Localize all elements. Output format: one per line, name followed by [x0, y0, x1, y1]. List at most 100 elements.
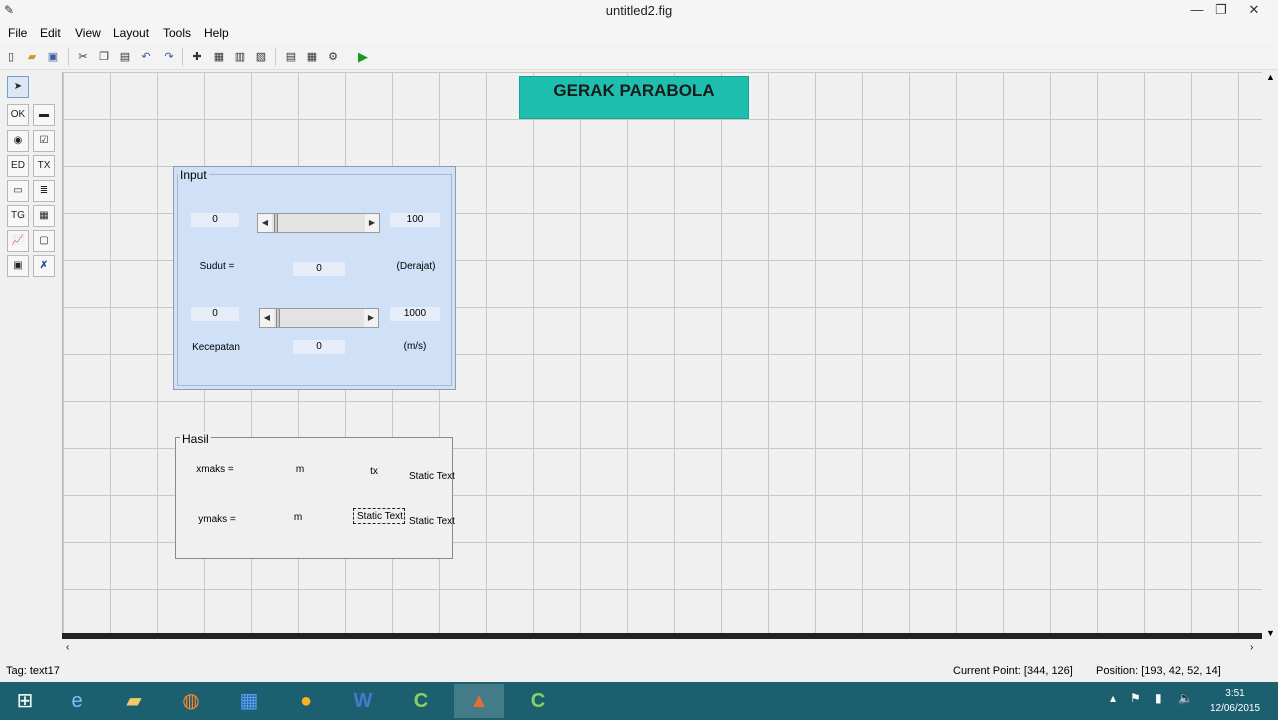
angle-slider[interactable]: ◀ ▶ — [257, 213, 380, 233]
result-panel[interactable]: Hasil xmaks = m tx Static Text ymaks = m… — [175, 432, 455, 559]
menu-layout[interactable]: Layout — [113, 26, 149, 40]
media-icon[interactable]: ● — [281, 684, 331, 718]
toolbar-separator — [182, 48, 183, 66]
start-button-icon[interactable]: ⊞ — [0, 684, 50, 718]
slider-left-arrow-icon[interactable]: ◀ — [260, 309, 274, 327]
input-panel-title: Input — [178, 168, 209, 182]
cut-icon[interactable]: ✂ — [75, 49, 91, 65]
scroll-up-icon[interactable]: ▲ — [1266, 72, 1275, 82]
file-explorer-icon[interactable]: ▰ — [109, 684, 159, 718]
vertical-scrollbar[interactable]: ▲ ▼ — [1264, 72, 1278, 640]
xmax-unit-label: m — [295, 464, 305, 475]
scroll-down-icon[interactable]: ▼ — [1266, 628, 1275, 638]
input-panel[interactable]: Input 0 ◀ ▶ 100 Sudut = 0 (Derajat) 0 ◀ … — [173, 166, 456, 390]
toolbar: ▯ ▰ ▣ ✂ ❐ ▤ ↶ ↷ ✚ ▦ ▥ ▧ ▤ ▦ ⚙ ▶ — [0, 44, 1278, 70]
angle-unit-label: (Derajat) — [396, 261, 436, 272]
panel-icon[interactable]: ▢ — [33, 230, 55, 252]
checkbox-icon[interactable]: ☑ — [33, 130, 55, 152]
new-file-icon[interactable]: ▯ — [3, 49, 19, 65]
toolbar-separator — [68, 48, 69, 66]
static-text-2: Static Text — [409, 516, 455, 527]
slider-right-arrow-icon[interactable]: ▶ — [365, 214, 379, 232]
flag-tray-icon[interactable]: ⚑ — [1130, 691, 1141, 705]
component-palette: ➤ OK ▬ ◉ ☑ ED TX ▭ ≣ TG ▦ 📈 ▢ ▣ ✗ — [5, 76, 57, 282]
run-icon[interactable]: ▶ — [355, 49, 371, 65]
paste-icon[interactable]: ▤ — [117, 49, 133, 65]
speed-value-field[interactable]: 0 — [293, 340, 345, 354]
store-icon[interactable]: ▦ — [224, 684, 274, 718]
minimize-button[interactable]: — — [1186, 0, 1208, 22]
volume-tray-icon[interactable]: 🔈 — [1178, 691, 1193, 705]
slider-icon[interactable]: ▬ — [33, 104, 55, 126]
undo-icon[interactable]: ↶ — [138, 49, 154, 65]
firefox-icon[interactable]: ◍ — [166, 684, 216, 718]
property-inspector-icon[interactable]: ▦ — [304, 49, 320, 65]
angle-min-text[interactable]: 0 — [191, 213, 239, 227]
toggle-button-icon[interactable]: TG — [7, 205, 29, 227]
align-icon[interactable]: ✚ — [189, 49, 205, 65]
scroll-left-icon[interactable]: ‹ — [66, 642, 69, 653]
speed-max-text[interactable]: 1000 — [390, 307, 440, 321]
speed-label: Kecepatan — [192, 342, 240, 353]
menu-edit[interactable]: Edit — [40, 26, 61, 40]
speed-unit-label: (m/s) — [403, 341, 427, 352]
object-browser-icon[interactable]: ⚙ — [325, 49, 341, 65]
slider-thumb[interactable] — [276, 309, 280, 327]
battery-tray-icon[interactable]: ▮ — [1155, 691, 1162, 705]
select-pointer-icon[interactable]: ➤ — [7, 76, 29, 98]
menu-tools[interactable]: Tools — [163, 26, 191, 40]
angle-max-text[interactable]: 100 — [390, 213, 440, 227]
word-icon[interactable]: W — [338, 684, 388, 718]
menu-help[interactable]: Help — [204, 26, 229, 40]
clock-date: 12/06/2015 — [1209, 703, 1261, 714]
speed-slider[interactable]: ◀ ▶ — [259, 308, 379, 328]
matlab-icon[interactable]: ▲ — [454, 684, 504, 718]
menu-bar: File Edit View Layout Tools Help — [0, 22, 1278, 44]
camtasia-recorder-icon[interactable]: C — [513, 684, 563, 718]
redo-icon[interactable]: ↷ — [161, 49, 177, 65]
status-tag: Tag: text17 — [6, 665, 60, 677]
toolbar-editor-icon[interactable]: ▧ — [253, 49, 269, 65]
slider-right-arrow-icon[interactable]: ▶ — [364, 309, 378, 327]
network-tray-icon[interactable]: ▴ — [1110, 691, 1116, 705]
speed-min-text[interactable]: 0 — [191, 307, 239, 321]
camtasia-icon[interactable]: C — [396, 684, 446, 718]
internet-explorer-icon[interactable]: e — [52, 684, 102, 718]
radio-button-icon[interactable]: ◉ — [7, 130, 29, 152]
activex-icon[interactable]: ✗ — [33, 255, 55, 277]
save-icon[interactable]: ▣ — [45, 49, 61, 65]
menu-view[interactable]: View — [75, 26, 101, 40]
window-title: untitled2.fig — [605, 3, 673, 18]
open-folder-icon[interactable]: ▰ — [24, 49, 40, 65]
slider-thumb[interactable] — [274, 214, 278, 232]
input-panel-frame — [177, 174, 452, 386]
axes-icon[interactable]: 📈 — [7, 230, 29, 252]
scroll-right-icon[interactable]: › — [1250, 642, 1253, 653]
listbox-icon[interactable]: ≣ — [33, 180, 55, 202]
tab-order-icon[interactable]: ▥ — [232, 49, 248, 65]
close-button[interactable]: ✕ — [1240, 0, 1268, 22]
clock[interactable]: 3:51 12/06/2015 — [1200, 686, 1270, 716]
static-text-1: Static Text — [409, 471, 455, 482]
static-text-icon[interactable]: TX — [33, 155, 55, 177]
selected-static-text[interactable]: Static Text — [353, 508, 405, 524]
button-group-icon[interactable]: ▣ — [7, 255, 29, 277]
push-button-icon[interactable]: OK — [7, 104, 29, 126]
table-icon[interactable]: ▦ — [33, 205, 55, 227]
menu-file[interactable]: File — [8, 26, 27, 40]
editor-icon[interactable]: ▤ — [283, 49, 299, 65]
ymax-label: ymaks = — [198, 514, 236, 525]
menu-editor-icon[interactable]: ▦ — [211, 49, 227, 65]
status-bar: Tag: text17 Current Point: [344, 126] Po… — [0, 660, 1278, 682]
popup-menu-icon[interactable]: ▭ — [7, 180, 29, 202]
copy-icon[interactable]: ❐ — [96, 49, 112, 65]
title-static-text[interactable]: GERAK PARABOLA — [519, 76, 749, 119]
edit-text-icon[interactable]: ED — [7, 155, 29, 177]
result-panel-title: Hasil — [180, 432, 211, 446]
taskbar: ⊞ e ▰ ◍ ▦ ● W C ▲ C ▴ ⚑ ▮ 🔈 3:51 12/06/2… — [0, 682, 1278, 720]
status-position: Position: [193, 42, 52, 14] — [1096, 665, 1221, 677]
horizontal-scrollbar[interactable]: ‹ › — [62, 641, 1272, 657]
slider-left-arrow-icon[interactable]: ◀ — [258, 214, 272, 232]
angle-value-field[interactable]: 0 — [293, 262, 345, 276]
restore-button[interactable]: ❐ — [1210, 0, 1232, 22]
